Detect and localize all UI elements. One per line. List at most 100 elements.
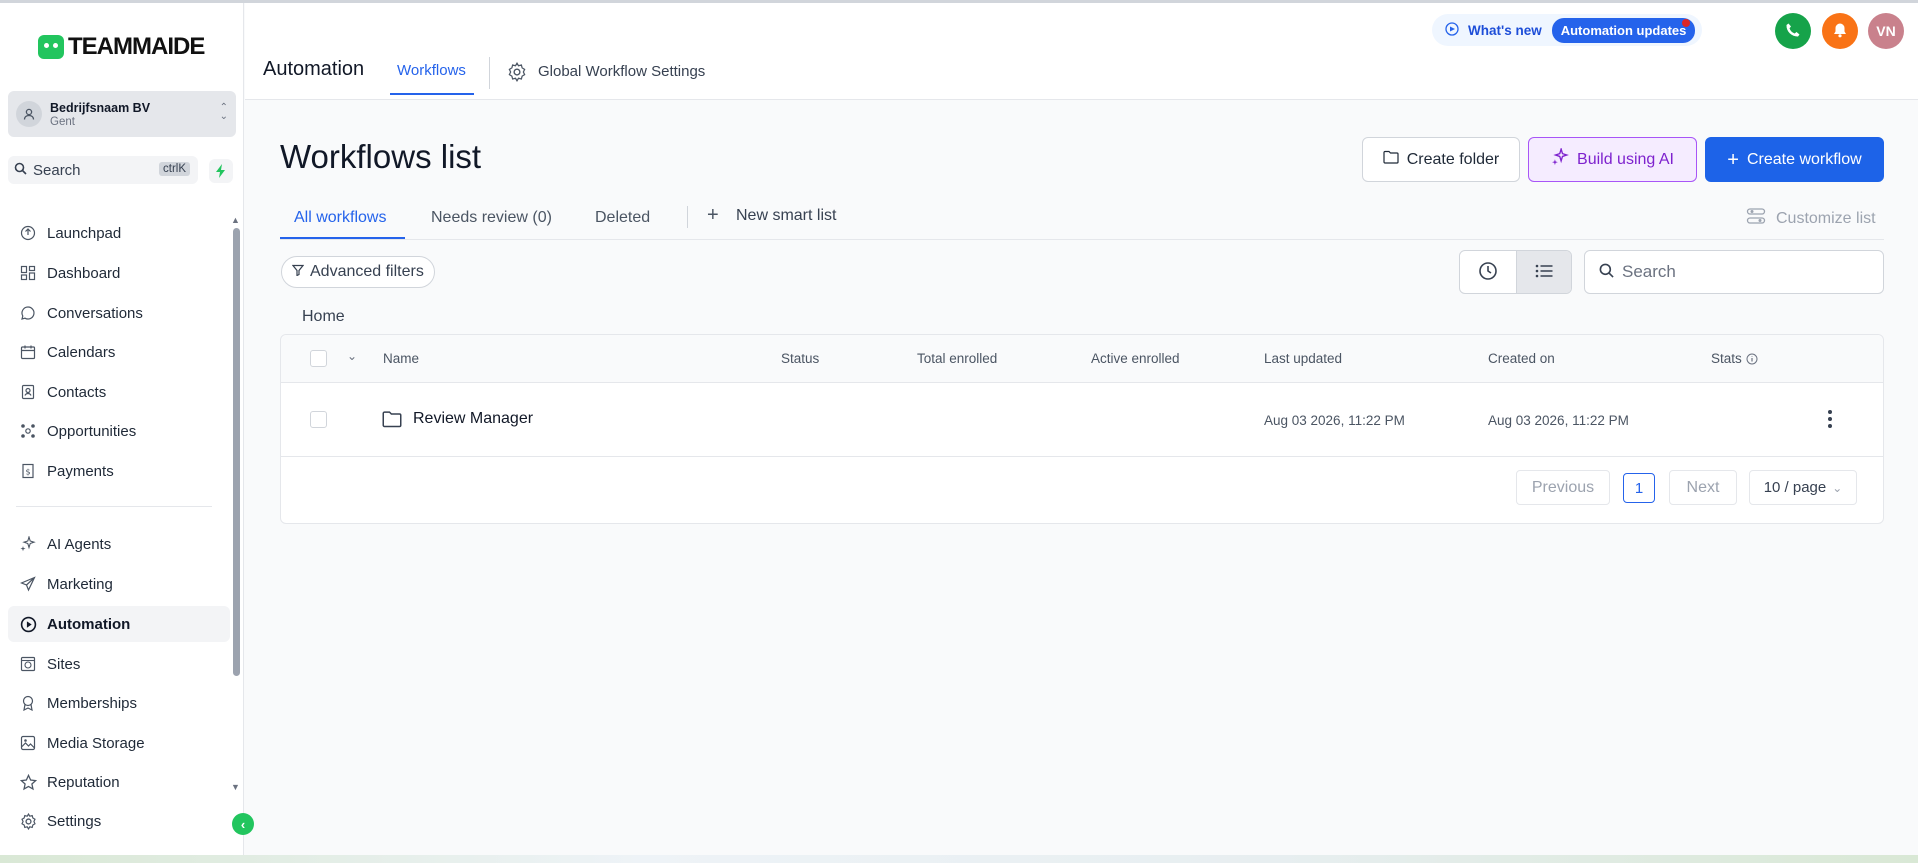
column-active-enrolled[interactable]: Active enrolled	[1091, 351, 1180, 366]
page-number-button[interactable]: 1	[1623, 473, 1655, 503]
view-toggle	[1459, 250, 1572, 294]
breadcrumb[interactable]: Home	[302, 308, 345, 326]
scroll-up-icon[interactable]: ▲	[231, 215, 240, 225]
folder-icon	[382, 410, 402, 431]
sidebar-item-marketing[interactable]: Marketing	[8, 566, 230, 602]
sidebar-item-label: Contacts	[47, 383, 107, 401]
customize-list-button[interactable]: Customize list	[1746, 206, 1876, 231]
tab-needs-review[interactable]: Needs review (0)	[431, 209, 552, 227]
table-row[interactable]: Review Manager Aug 03 2026, 11:22 PM Aug…	[281, 383, 1883, 457]
tab-all-workflows[interactable]: All workflows	[294, 209, 386, 227]
sidebar-item-label: Memberships	[47, 694, 138, 712]
sidebar-item-reputation[interactable]: Reputation	[8, 764, 230, 800]
new-smart-list-button[interactable]: New smart list	[736, 207, 836, 225]
row-checkbox[interactable]	[310, 411, 327, 428]
create-workflow-button[interactable]: + Create workflow	[1705, 137, 1884, 182]
column-stats[interactable]: Stats	[1711, 351, 1758, 366]
filter-icon	[291, 263, 305, 281]
sidebar-item-media-storage[interactable]: Media Storage	[8, 725, 230, 761]
tabs-divider	[280, 239, 1884, 240]
next-page-button[interactable]: Next	[1669, 470, 1737, 505]
user-avatar[interactable]: VN	[1868, 13, 1904, 49]
chevron-down-icon[interactable]: ⌄	[347, 349, 357, 363]
sidebar-item-launchpad[interactable]: Launchpad	[8, 215, 230, 251]
info-icon	[1746, 351, 1758, 366]
sidebar-item-memberships[interactable]: Memberships	[8, 685, 230, 721]
plus-icon: +	[1727, 148, 1739, 171]
sidebar-item-contacts[interactable]: Contacts	[8, 374, 230, 410]
sidebar-item-sites[interactable]: Sites	[8, 646, 230, 682]
column-created-on[interactable]: Created on	[1488, 351, 1555, 366]
logo-text: TEAMMAIDE	[68, 33, 205, 60]
sidebar-item-ai-agents[interactable]: AI Agents	[8, 526, 230, 562]
sidebar-item-automation[interactable]: Automation	[8, 606, 230, 642]
page-size-select[interactable]: 10 / page ⌄	[1749, 470, 1857, 505]
list-view-button[interactable]	[1515, 251, 1571, 293]
build-using-ai-label: Build using AI	[1577, 150, 1674, 168]
image-icon	[18, 733, 38, 753]
global-workflow-settings-link[interactable]: Global Workflow Settings	[538, 63, 705, 80]
tab-deleted[interactable]: Deleted	[595, 209, 650, 227]
more-vertical-icon[interactable]	[1827, 409, 1833, 433]
send-icon	[18, 574, 38, 594]
sidebar-item-label: Conversations	[47, 304, 143, 322]
advanced-filters-button[interactable]: Advanced filters	[281, 256, 435, 288]
previous-page-button[interactable]: Previous	[1516, 470, 1610, 505]
sidebar-item-label: Launchpad	[47, 224, 122, 242]
globe-icon	[18, 654, 38, 674]
create-folder-button[interactable]: Create folder	[1362, 137, 1520, 182]
sidebar-search[interactable]: Search ctrlK	[8, 156, 198, 184]
sidebar-item-label: Sites	[47, 655, 81, 673]
sidebar-scrollbar[interactable]	[233, 228, 240, 676]
sidebar-item-label: Media Storage	[47, 734, 145, 752]
column-last-updated[interactable]: Last updated	[1264, 351, 1342, 366]
build-using-ai-button[interactable]: Build using AI	[1528, 137, 1697, 182]
column-total-enrolled[interactable]: Total enrolled	[917, 351, 997, 366]
chevron-updown-icon: ⌃ ⌄	[219, 102, 228, 122]
notification-dot	[1682, 19, 1690, 27]
calendar-icon	[18, 342, 38, 362]
workflows-table: ⌄ Name Status Total enrolled Active enro…	[280, 334, 1884, 524]
sidebar-item-calendars[interactable]: Calendars	[8, 334, 230, 370]
workflow-search-input[interactable]	[1622, 262, 1862, 282]
sidebar-item-dashboard[interactable]: Dashboard	[8, 255, 230, 291]
column-name[interactable]: Name	[383, 351, 419, 366]
whats-new-banner[interactable]: What's new Automation updates	[1432, 14, 1702, 46]
row-created-on: Aug 03 2026, 11:22 PM	[1488, 413, 1629, 428]
sidebar-item-payments[interactable]: $ Payments	[8, 453, 230, 489]
tab-workflows[interactable]: Workflows	[397, 62, 466, 79]
receipt-icon: $	[18, 461, 38, 481]
column-status[interactable]: Status	[781, 351, 819, 366]
sidebar-item-conversations[interactable]: Conversations	[8, 295, 230, 331]
megaphone-icon	[1444, 21, 1460, 40]
automation-updates-badge[interactable]: Automation updates	[1551, 17, 1696, 43]
gear-icon	[507, 62, 527, 85]
notifications-button[interactable]	[1822, 13, 1858, 49]
list-icon	[1535, 263, 1553, 282]
lightning-icon[interactable]	[209, 159, 233, 183]
sidebar-item-label: Settings	[47, 812, 102, 830]
sidebar-item-label: Reputation	[47, 773, 120, 791]
table-header: ⌄ Name Status Total enrolled Active enro…	[281, 335, 1883, 383]
tab-divider	[687, 206, 688, 228]
logo[interactable]: TEAMMAIDE	[38, 30, 205, 64]
sidebar-item-label: Payments	[47, 462, 114, 480]
clock-icon	[1478, 261, 1498, 284]
sidebar-item-settings[interactable]: Settings	[8, 803, 230, 839]
account-location: Gent	[50, 115, 75, 128]
recent-view-button[interactable]	[1460, 251, 1516, 293]
automation-icon	[18, 614, 38, 634]
phone-button[interactable]	[1775, 13, 1811, 49]
customize-list-label: Customize list	[1776, 209, 1876, 227]
scroll-down-icon[interactable]: ▼	[231, 782, 240, 792]
account-switcher[interactable]: Bedrijfsnaam BV Gent ⌃ ⌄	[8, 91, 236, 137]
sidebar-item-opportunities[interactable]: Opportunities	[8, 413, 230, 449]
contacts-icon	[18, 382, 38, 402]
row-name[interactable]: Review Manager	[413, 410, 533, 428]
shortcut-badge: ctrlK	[159, 162, 190, 176]
network-icon	[18, 421, 38, 441]
bell-icon	[1832, 22, 1848, 41]
sidebar: TEAMMAIDE Bedrijfsnaam BV Gent ⌃ ⌄ Search…	[0, 3, 254, 855]
select-all-checkbox[interactable]	[310, 350, 327, 367]
collapse-sidebar-icon[interactable]: ‹	[232, 813, 254, 835]
